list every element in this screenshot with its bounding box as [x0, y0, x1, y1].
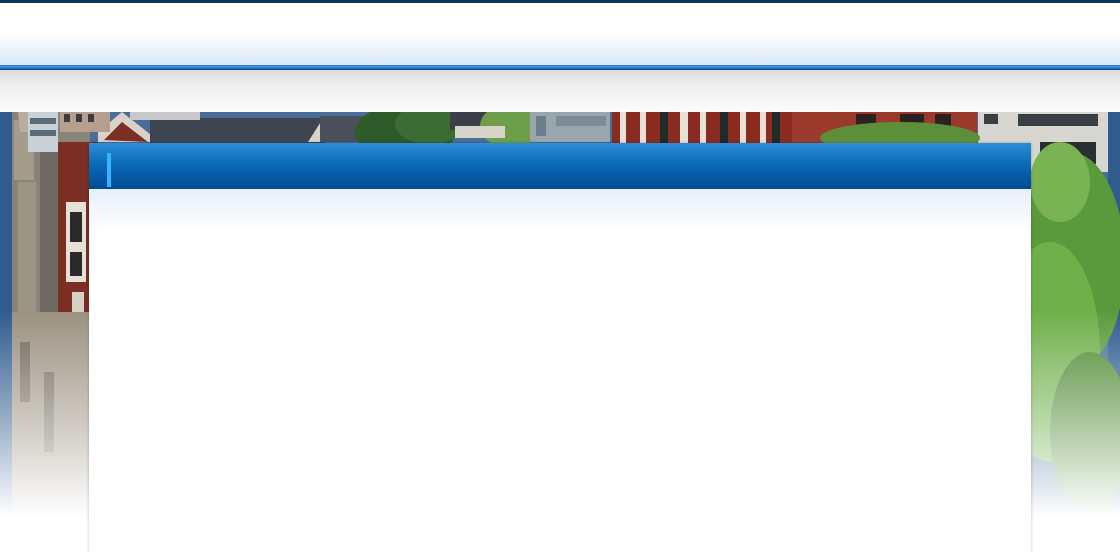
site-header — [0, 3, 1120, 65]
panel-body — [89, 189, 1031, 552]
panel-header — [89, 143, 1031, 189]
content-panel — [89, 143, 1031, 552]
page — [0, 0, 1120, 552]
navigation-bar — [0, 70, 1120, 112]
panel-header-accent — [107, 153, 111, 187]
